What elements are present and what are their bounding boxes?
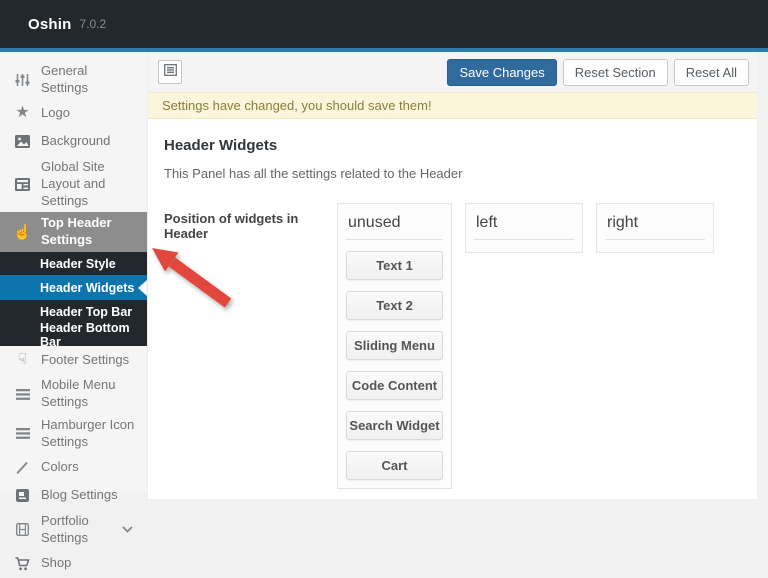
widget-chip-sliding-menu[interactable]: Sliding Menu [346, 331, 443, 360]
reset-all-button[interactable]: Reset All [674, 59, 749, 86]
film-icon [14, 523, 31, 536]
sidebar-item-label: Hamburger Icon Settings [41, 417, 137, 451]
toolbar-actions: Save Changes Reset Section Reset All [447, 59, 749, 86]
sidebar-item-shop[interactable]: Shop [0, 550, 147, 578]
widget-chip-text2[interactable]: Text 2 [346, 291, 443, 320]
theme-version: 7.0.2 [80, 17, 107, 31]
sidebar-item-logo[interactable]: ★ Logo [0, 100, 147, 128]
column-title: unused [346, 212, 443, 240]
widget-chip-search-widget[interactable]: Search Widget [346, 411, 443, 440]
image-icon [14, 135, 31, 148]
widget-column-left[interactable]: left [465, 203, 583, 253]
sliders-icon [14, 73, 31, 87]
sidebar-item-general-settings[interactable]: General Settings [0, 60, 147, 100]
widget-chip-text1[interactable]: Text 1 [346, 251, 443, 280]
sidebar-item-label: Portfolio Settings [41, 513, 122, 547]
sidebar-item-header-style[interactable]: Header Style [0, 252, 147, 275]
sidebar-item-label: Blog Settings [41, 487, 118, 504]
settings-panel: Save Changes Reset Section Reset All Set… [148, 52, 757, 493]
panel-expand-icon [164, 63, 177, 81]
sidebar-item-header-widgets[interactable]: Header Widgets [0, 275, 147, 300]
widgets-position-field: Position of widgets in Header unused Tex… [162, 203, 743, 489]
menu-icon [14, 428, 31, 439]
menu-icon [14, 389, 31, 400]
section-content: Header Widgets This Panel has all the se… [148, 119, 757, 499]
widget-column-unused[interactable]: unused Text 1 Text 2 Sliding Menu Code C… [337, 203, 452, 489]
sidebar-item-label: Header Style [40, 257, 116, 271]
widget-chip-code-content[interactable]: Code Content [346, 371, 443, 400]
sidebar-item-label: Top Header Settings [41, 215, 137, 249]
sidebar-item-blog-settings[interactable]: Blog Settings [0, 482, 147, 510]
widget-column-right[interactable]: right [596, 203, 714, 253]
sidebar-item-label: Footer Settings [41, 352, 129, 369]
sidebar-item-header-bottom-bar[interactable]: Header Bottom Bar [0, 323, 147, 346]
sidebar-item-hamburger-icon-settings[interactable]: Hamburger Icon Settings [0, 414, 147, 454]
unsaved-changes-notice: Settings have changed, you should save t… [148, 92, 757, 119]
star-icon: ★ [14, 103, 31, 124]
sidebar-item-footer-settings[interactable]: ☟ Footer Settings [0, 346, 147, 374]
chevron-down-icon [122, 526, 133, 533]
sidebar-item-portfolio-settings[interactable]: Portfolio Settings [0, 510, 147, 550]
column-title: left [474, 212, 574, 240]
field-label: Position of widgets in Header [162, 203, 337, 489]
sidebar-item-top-header-settings[interactable]: ☝ Top Header Settings [0, 212, 147, 252]
sidebar-item-label: Logo [41, 105, 70, 122]
sidebar-item-colors[interactable]: Colors [0, 454, 147, 482]
hand-up-icon: ☝ [14, 223, 31, 243]
settings-sidebar: General Settings ★ Logo Background Globa… [0, 52, 148, 493]
pencil-icon [14, 461, 31, 474]
top-header-settings-submenu: Header Style Header Widgets Header Top B… [0, 252, 147, 346]
sidebar-item-label: Header Bottom Bar [40, 321, 147, 349]
sidebar-item-global-site-layout[interactable]: Global Site Layout and Settings [0, 156, 147, 213]
expand-options-button[interactable] [158, 60, 182, 84]
cart-icon [14, 557, 31, 571]
widget-columns: unused Text 1 Text 2 Sliding Menu Code C… [337, 203, 714, 489]
reset-section-button[interactable]: Reset Section [563, 59, 668, 86]
layout-icon [14, 178, 31, 191]
sidebar-item-label: Header Top Bar [40, 305, 132, 319]
section-title: Header Widgets [164, 137, 743, 154]
active-item-notch [138, 280, 147, 296]
document-icon [14, 489, 31, 502]
panel-toolbar: Save Changes Reset Section Reset All [148, 52, 757, 92]
save-changes-button[interactable]: Save Changes [447, 59, 556, 86]
sidebar-item-label: Header Widgets [40, 281, 134, 295]
sidebar-item-label: Shop [41, 555, 71, 572]
sidebar-item-label: General Settings [41, 63, 137, 97]
widget-chip-cart[interactable]: Cart [346, 451, 443, 480]
section-description: This Panel has all the settings related … [164, 166, 743, 181]
sidebar-item-label: Colors [41, 459, 79, 476]
column-title: right [605, 212, 705, 240]
hand-down-icon: ☟ [14, 350, 31, 370]
sidebar-item-label: Mobile Menu Settings [41, 377, 137, 411]
theme-panel-header: Oshin 7.0.2 [0, 0, 768, 52]
sidebar-item-label: Background [41, 133, 110, 150]
theme-name: Oshin [28, 16, 72, 33]
sidebar-item-label: Global Site Layout and Settings [41, 159, 137, 210]
sidebar-item-background[interactable]: Background [0, 128, 147, 156]
sidebar-item-mobile-menu-settings[interactable]: Mobile Menu Settings [0, 374, 147, 414]
